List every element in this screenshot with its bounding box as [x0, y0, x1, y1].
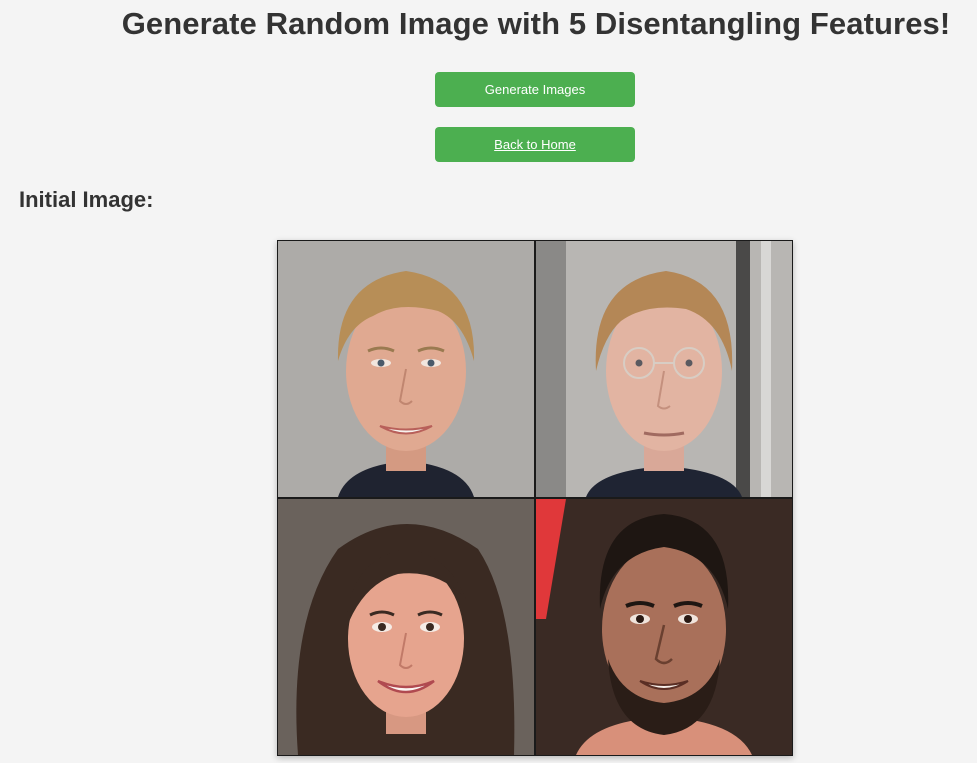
- face-image-2: [536, 241, 792, 497]
- page: Generate Random Image with 5 Disentangli…: [0, 0, 977, 763]
- back-to-home-button[interactable]: Back to Home: [435, 127, 635, 162]
- generate-images-button[interactable]: Generate Images: [435, 72, 635, 107]
- face-image-1: [278, 241, 534, 497]
- face-image-4: [536, 499, 792, 755]
- initial-image-grid: [277, 240, 793, 756]
- page-title: Generate Random Image with 5 Disentangli…: [121, 6, 951, 41]
- initial-image-heading: Initial Image:: [19, 187, 154, 212]
- face-image-3: [278, 499, 534, 755]
